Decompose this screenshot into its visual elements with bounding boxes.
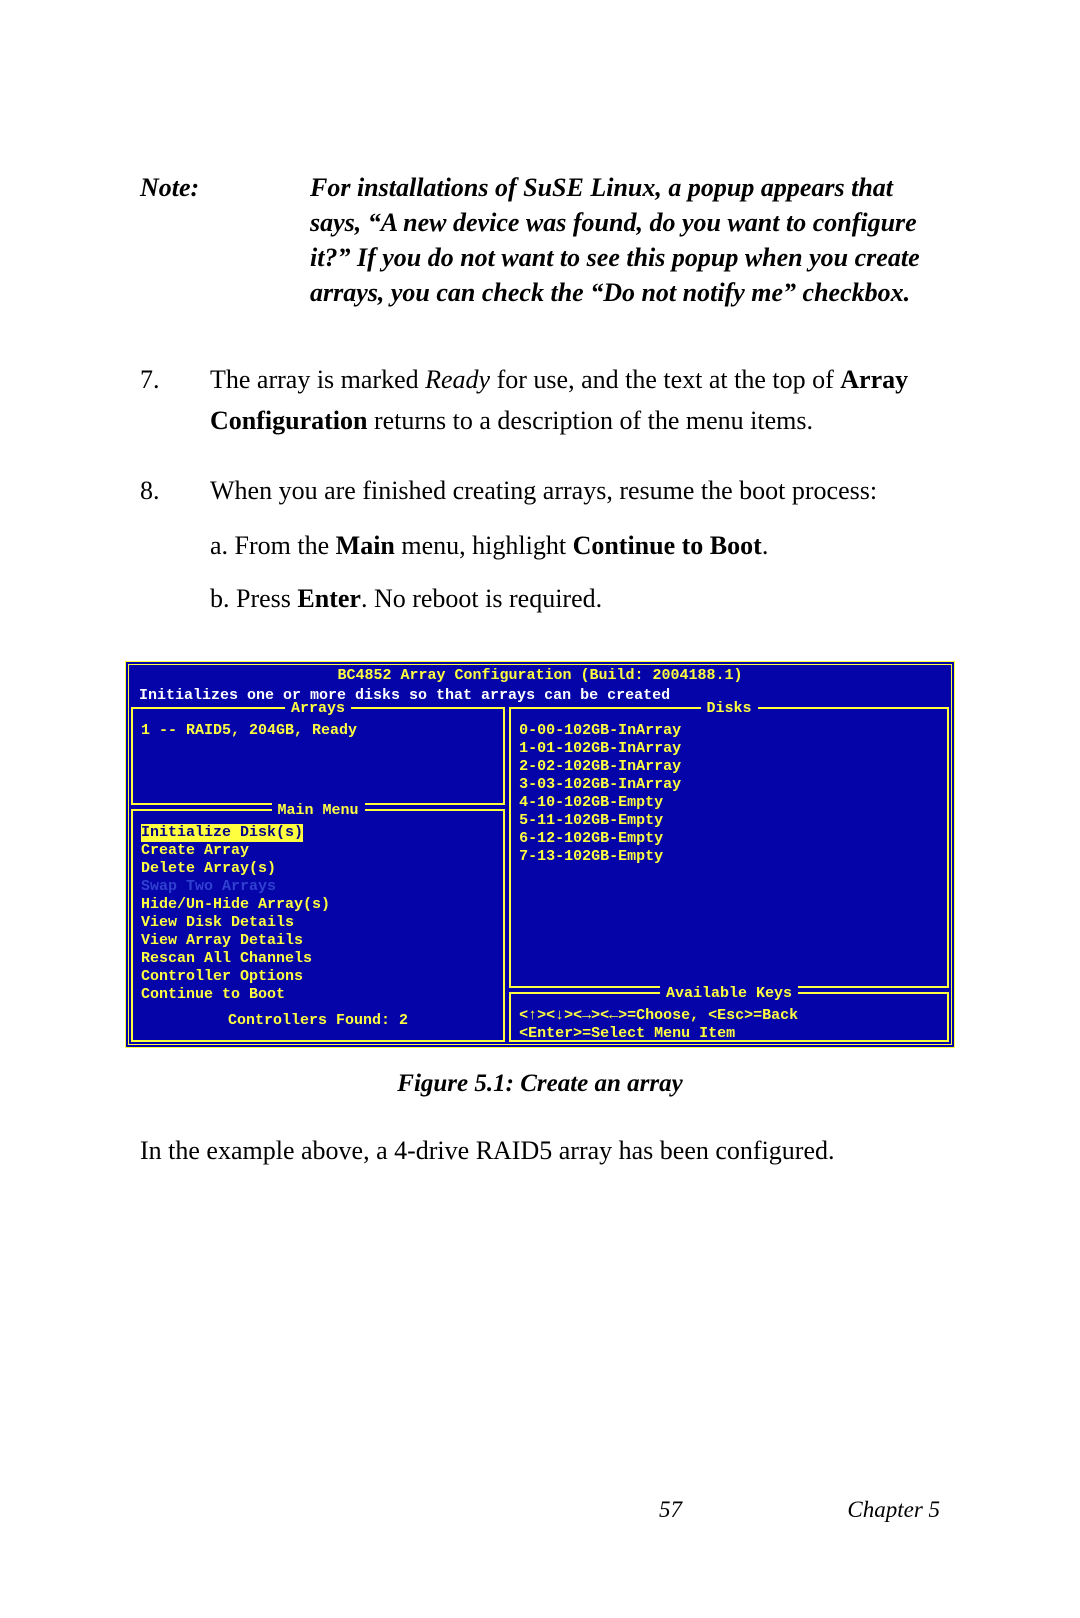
menu-item-controller-options[interactable]: Controller Options bbox=[141, 968, 495, 986]
step-number: 8. bbox=[140, 471, 210, 631]
figure-caption: Figure 5.1: Create an array bbox=[140, 1070, 940, 1098]
bios-title: BC4852 Array Configuration (Build: 20041… bbox=[129, 665, 951, 685]
menu-item-hide-unhide[interactable]: Hide/Un-Hide Array(s) bbox=[141, 896, 495, 914]
step-7: 7. The array is marked Ready for use, an… bbox=[140, 360, 940, 441]
main-menu-pane: Main Menu Initialize Disk(s) Create Arra… bbox=[131, 809, 505, 1042]
text: a. From the bbox=[210, 531, 336, 560]
disk-row[interactable]: 2-02-102GB-InArray bbox=[519, 758, 939, 776]
footer-spacer bbox=[140, 1497, 494, 1523]
note-block: Note: For installations of SuSE Linux, a… bbox=[140, 170, 940, 310]
menu-item-swap-arrays: Swap Two Arrays bbox=[141, 878, 495, 896]
arrays-pane-title: Arrays bbox=[141, 700, 495, 718]
disk-row[interactable]: 5-11-102GB-Empty bbox=[519, 812, 939, 830]
step-8: 8. When you are finished creating arrays… bbox=[140, 471, 940, 631]
continue-to-boot-word: Continue to Boot bbox=[573, 531, 762, 560]
step-body: The array is marked Ready for use, and t… bbox=[210, 360, 940, 441]
main-menu-title-text: Main Menu bbox=[272, 802, 365, 819]
bios-window: BC4852 Array Configuration (Build: 20041… bbox=[125, 661, 955, 1048]
spacer bbox=[141, 1004, 495, 1012]
arrays-pane: Arrays 1 -- RAID5, 204GB, Ready bbox=[131, 707, 505, 805]
menu-item-delete-arrays[interactable]: Delete Array(s) bbox=[141, 860, 495, 878]
step-list: 7. The array is marked Ready for use, an… bbox=[140, 360, 940, 630]
arrays-title-text: Arrays bbox=[285, 700, 351, 717]
disk-row[interactable]: 7-13-102GB-Empty bbox=[519, 848, 939, 866]
enter-key-word: Enter bbox=[297, 584, 361, 613]
keys-line: <↑><↓><→><←>=Choose, <Esc>=Back bbox=[519, 1007, 939, 1025]
text: . bbox=[762, 531, 769, 560]
menu-label: Initialize Disk(s) bbox=[141, 824, 303, 842]
text: When you are finished creating arrays, r… bbox=[210, 476, 877, 505]
keys-pane-title: Available Keys bbox=[519, 985, 939, 1003]
chapter-label: Chapter 5 bbox=[847, 1497, 940, 1523]
keys-title-text: Available Keys bbox=[660, 985, 798, 1002]
disk-row[interactable]: 3-03-102GB-InArray bbox=[519, 776, 939, 794]
disk-row[interactable]: 1-01-102GB-InArray bbox=[519, 740, 939, 758]
menu-item-view-disk-details[interactable]: View Disk Details bbox=[141, 914, 495, 932]
menu-item-create-array[interactable]: Create Array bbox=[141, 842, 495, 860]
disks-pane-title: Disks bbox=[519, 700, 939, 718]
substep-b: b. Press Enter. No reboot is required. bbox=[210, 579, 940, 619]
disk-row[interactable]: 0-00-102GB-InArray bbox=[519, 722, 939, 740]
main-menu-word: Main bbox=[336, 531, 395, 560]
text: returns to a description of the menu ite… bbox=[367, 406, 813, 435]
step-number: 7. bbox=[140, 360, 210, 441]
text: b. Press bbox=[210, 584, 297, 613]
available-keys-pane: Available Keys <↑><↓><→><←>=Choose, <Esc… bbox=[509, 992, 949, 1042]
bios-left-column: Arrays 1 -- RAID5, 204GB, Ready Main Men… bbox=[129, 705, 507, 1044]
menu-item-initialize-disks[interactable]: Initialize Disk(s) bbox=[141, 824, 495, 842]
keys-line: <Enter>=Select Menu Item bbox=[519, 1025, 939, 1043]
text: for use, and the text at the top of bbox=[490, 365, 840, 394]
controllers-found: Controllers Found: 2 bbox=[141, 1012, 495, 1034]
bios-screenshot: BC4852 Array Configuration (Build: 20041… bbox=[125, 661, 955, 1048]
text: The array is marked bbox=[210, 365, 425, 394]
substep-a: a. From the Main menu, highlight Continu… bbox=[210, 526, 940, 566]
page-number: 57 bbox=[494, 1497, 848, 1523]
disks-title-text: Disks bbox=[701, 700, 758, 717]
disk-row[interactable]: 4-10-102GB-Empty bbox=[519, 794, 939, 812]
menu-item-rescan[interactable]: Rescan All Channels bbox=[141, 950, 495, 968]
step-body: When you are finished creating arrays, r… bbox=[210, 471, 940, 631]
page-footer: 57 Chapter 5 bbox=[140, 1497, 940, 1523]
example-sentence: In the example above, a 4-drive RAID5 ar… bbox=[140, 1136, 940, 1166]
menu-item-continue-to-boot[interactable]: Continue to Boot bbox=[141, 986, 495, 1004]
note-label: Note: bbox=[140, 170, 310, 310]
page-content: Note: For installations of SuSE Linux, a… bbox=[0, 0, 1080, 1166]
disks-pane: Disks 0-00-102GB-InArray 1-01-102GB-InAr… bbox=[509, 707, 949, 988]
ready-word: Ready bbox=[425, 365, 490, 394]
text: . No reboot is required. bbox=[361, 584, 602, 613]
array-row[interactable]: 1 -- RAID5, 204GB, Ready bbox=[141, 722, 495, 740]
text: menu, highlight bbox=[395, 531, 573, 560]
menu-item-view-array-details[interactable]: View Array Details bbox=[141, 932, 495, 950]
bios-columns: Arrays 1 -- RAID5, 204GB, Ready Main Men… bbox=[129, 705, 951, 1044]
disk-row[interactable]: 6-12-102GB-Empty bbox=[519, 830, 939, 848]
note-text: For installations of SuSE Linux, a popup… bbox=[310, 170, 940, 310]
main-menu-title: Main Menu bbox=[141, 802, 495, 820]
bios-right-column: Disks 0-00-102GB-InArray 1-01-102GB-InAr… bbox=[507, 705, 951, 1044]
substeps: a. From the Main menu, highlight Continu… bbox=[210, 526, 940, 619]
